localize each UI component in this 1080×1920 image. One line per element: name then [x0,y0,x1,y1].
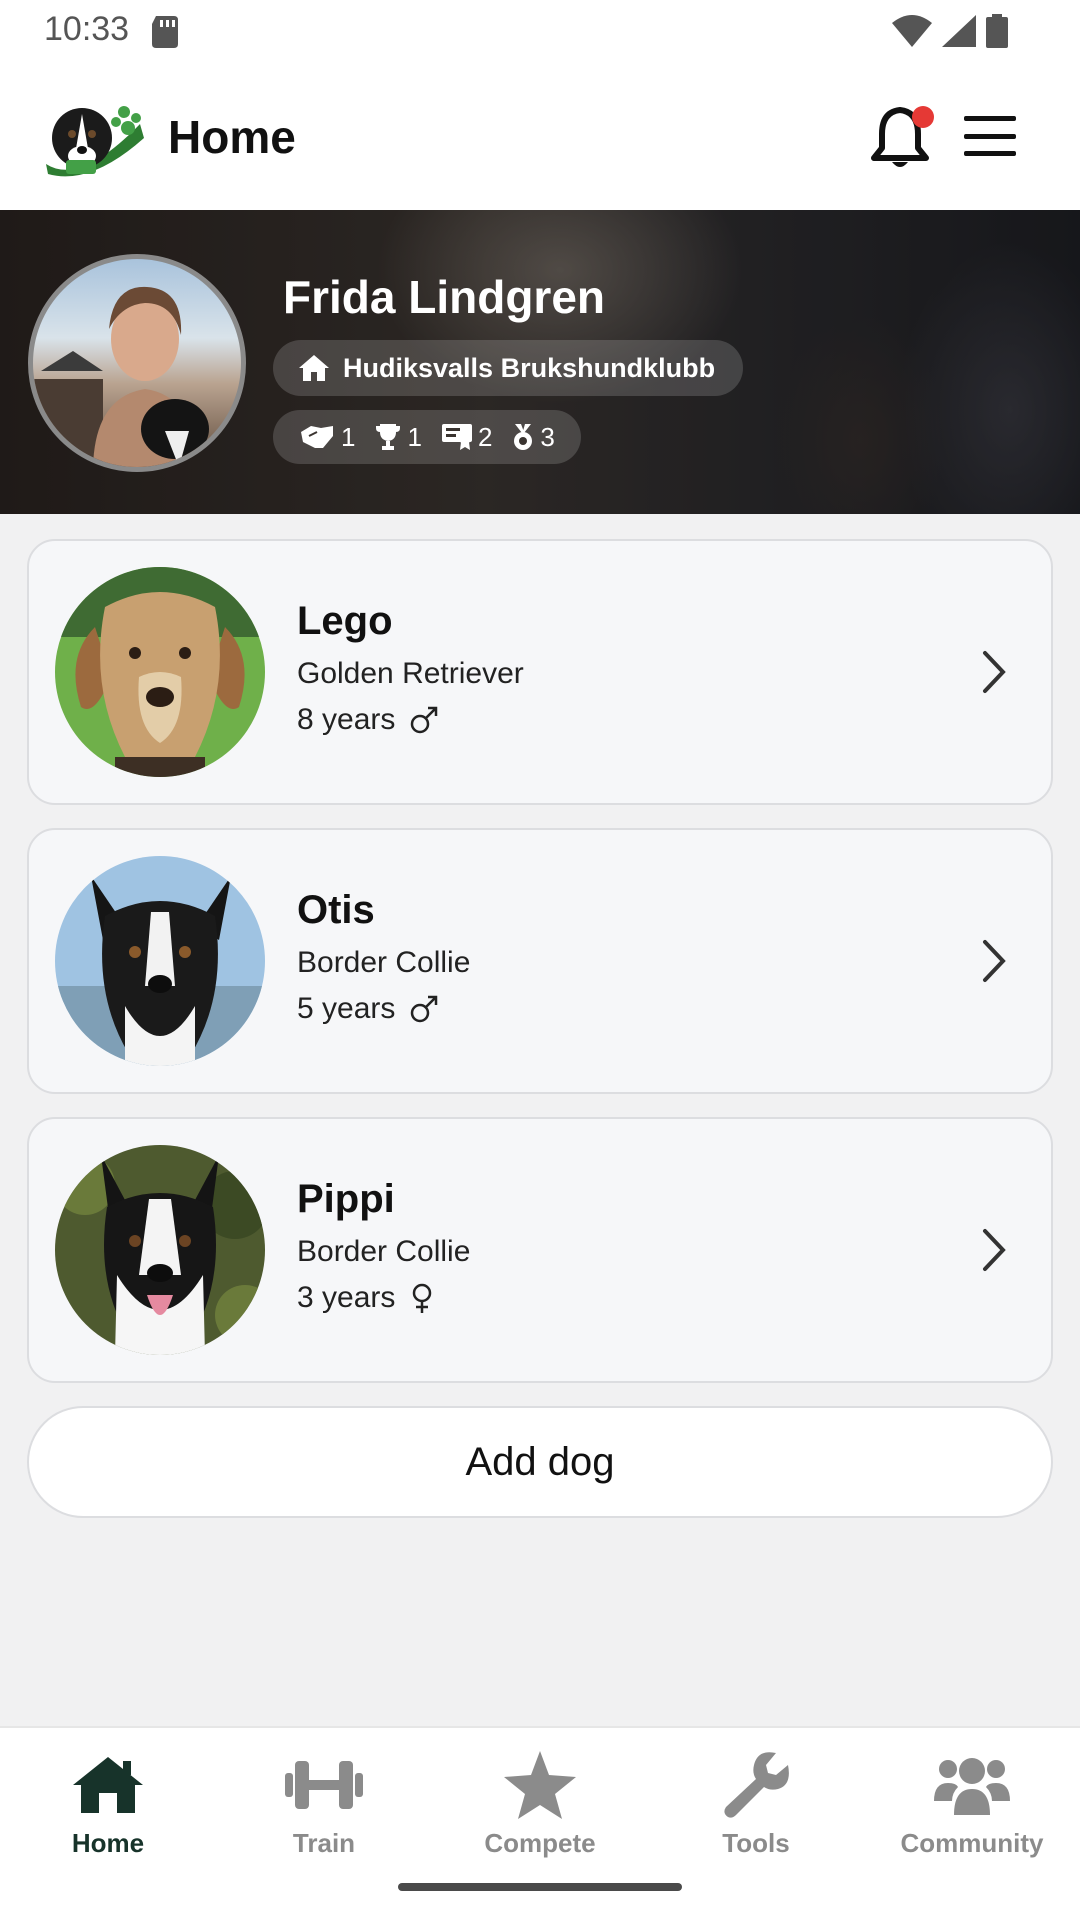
stat-medal: 3 [512,421,555,453]
dog-photo [55,1145,265,1355]
stat-value: 2 [477,421,493,452]
dog-card[interactable]: Otis Border Collie 5 years [27,828,1053,1094]
dog-age: 8 years [297,703,396,736]
male-icon [411,706,438,734]
nav-tools[interactable]: Tools [656,1748,856,1868]
home-icon [73,1757,143,1813]
dog-age: 3 years [297,1281,396,1314]
trophy-icon [376,424,401,450]
nav-home[interactable]: Home [8,1748,208,1868]
dog-card[interactable]: Pippi Border Collie 3 years [27,1117,1053,1383]
handshake-icon [301,426,333,448]
users-icon [934,1758,1010,1815]
gesture-bar[interactable] [398,1883,682,1891]
stat-value: 3 [540,421,555,452]
nav-label: Home [71,1828,145,1858]
stat-trophy: 1 [375,421,422,453]
home-icon [299,355,329,381]
dog-name: Otis [297,888,375,932]
dog-name: Pippi [297,1177,395,1221]
chevron-right-icon [983,940,1006,982]
dumbbell-icon [285,1761,363,1809]
user-avatar[interactable] [28,254,246,472]
signal-icon [942,15,976,47]
dog-name: Lego [297,599,393,643]
status-bar: 10:33 [0,0,1080,66]
user-photo [33,286,209,467]
dog-age: 5 years [297,992,396,1025]
menu-line [964,133,1016,139]
stat-handshake: 1 [299,422,355,453]
chevron-right-icon [983,1229,1006,1271]
system-icons [892,14,1008,48]
dog-breed: Golden Retriever [297,657,524,690]
stat-value: 1 [341,421,356,452]
male-icon [411,995,438,1023]
dog-photo [55,567,265,777]
certificate-icon [441,424,472,450]
app-logo [46,106,144,177]
user-name: Frida Lindgren [283,271,605,323]
sd-card-icon [152,16,178,48]
female-icon [413,1283,432,1313]
profile-banner[interactable]: Frida Lindgren Hudiksvalls Brukshundklub… [0,210,1080,514]
nav-label: Community [900,1828,1044,1858]
menu-line [964,116,1016,121]
nav-label: Compete [484,1828,596,1858]
dog-age-row: 5 years [297,992,439,1026]
nav-community[interactable]: Community [872,1748,1072,1868]
app-bar: Home [0,66,1080,210]
page-title: Home [168,111,296,163]
nav-train[interactable]: Train [224,1748,424,1868]
dog-age-row: 8 years [297,703,439,737]
menu-button[interactable] [964,116,1016,156]
dog-card[interactable]: Lego Golden Retriever 8 years [27,539,1053,805]
stat-certificate: 2 [441,421,493,453]
club-name: Hudiksvalls Brukshundklubb [343,352,716,383]
menu-line [964,151,1016,156]
wifi-icon [892,15,932,47]
dog-breed: Border Collie [297,1235,471,1268]
chevron-right-icon [983,651,1006,693]
star-icon [504,1751,576,1819]
stat-value: 1 [407,421,422,452]
battery-icon [986,14,1008,48]
nav-label: Tools [722,1828,790,1858]
dog-photo [55,856,265,1066]
add-dog-button[interactable]: Add dog [27,1406,1053,1518]
status-time: 10:33 [44,10,130,48]
achievement-stats[interactable]: 1 1 2 3 [273,410,581,464]
wrench-icon [724,1752,789,1818]
dog-age-row: 3 years [297,1281,435,1315]
club-badge[interactable]: Hudiksvalls Brukshundklubb [273,340,744,396]
nav-label: Train [292,1828,356,1858]
medal-icon [514,424,533,450]
notification-badge [912,106,934,128]
nav-compete[interactable]: Compete [440,1748,640,1868]
dog-breed: Border Collie [297,946,471,979]
